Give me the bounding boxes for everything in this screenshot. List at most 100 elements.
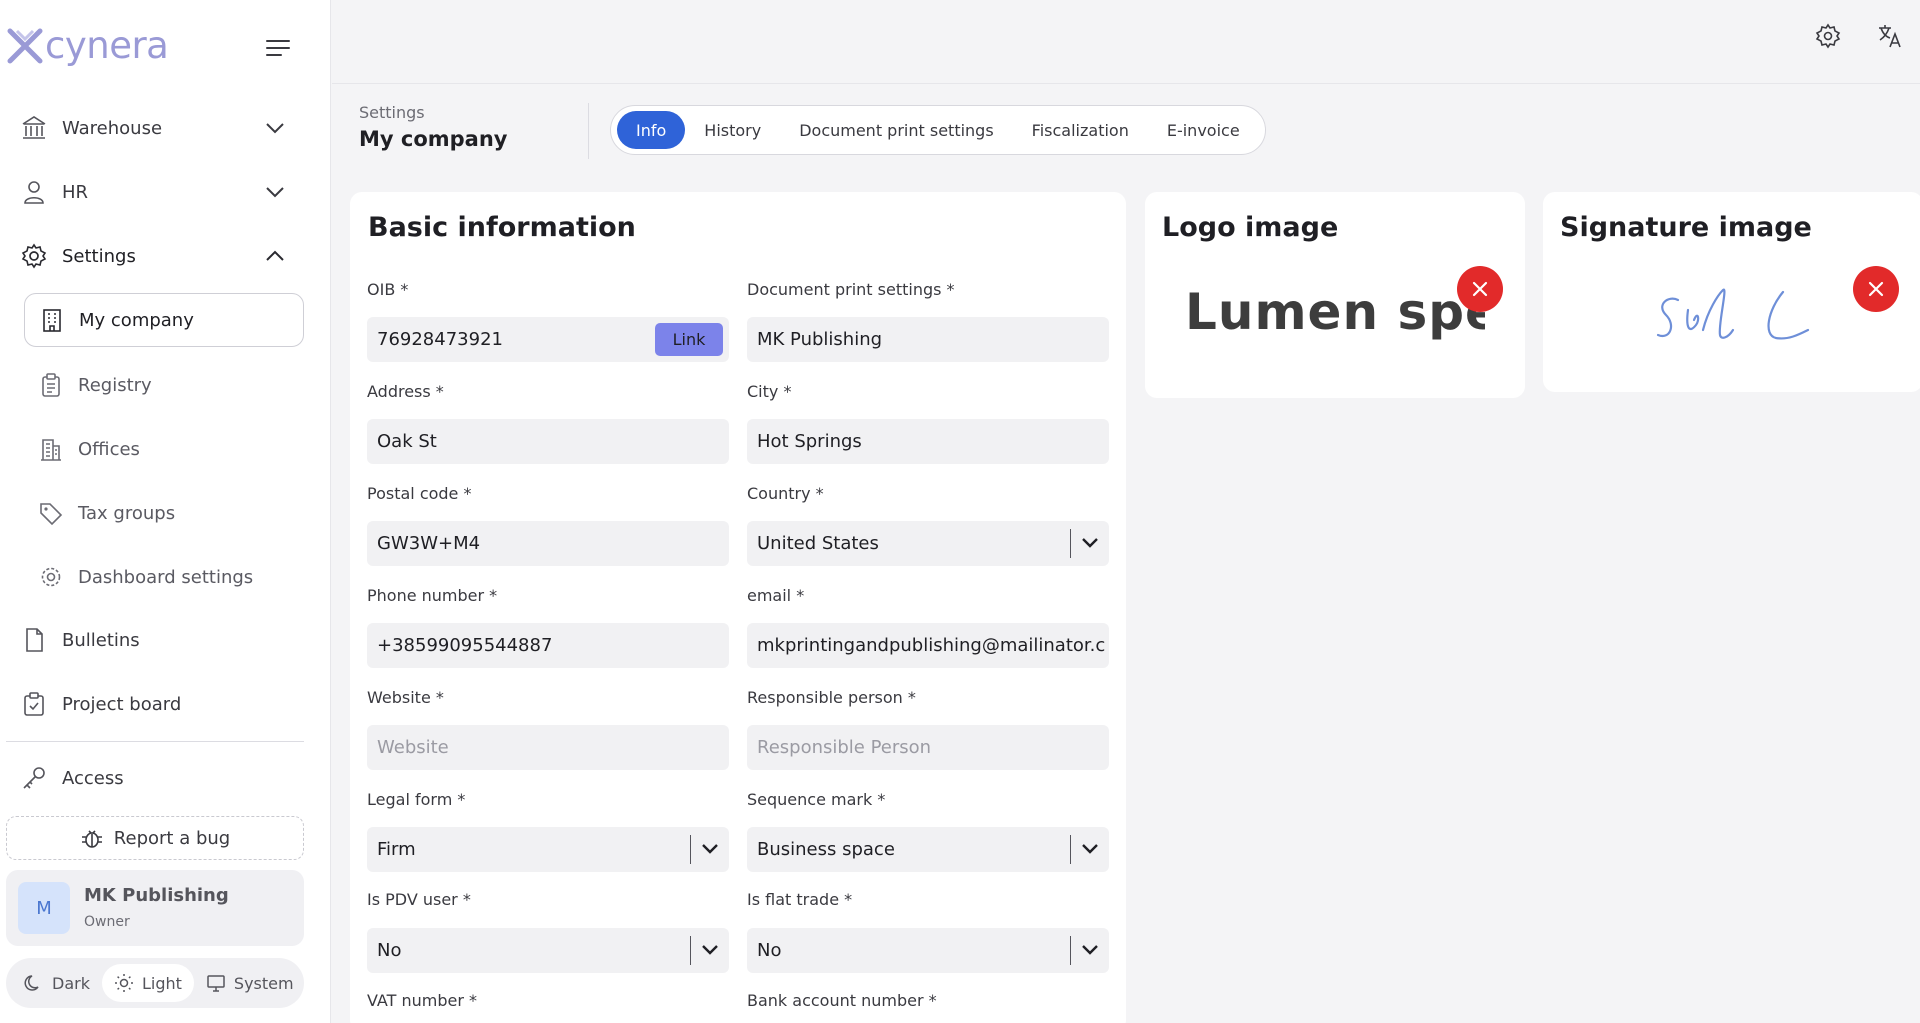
sidebar-item-dashboard-settings[interactable]: Dashboard settings bbox=[24, 550, 304, 604]
sidebar-item-label: Tax groups bbox=[78, 502, 176, 524]
email-field[interactable]: mkprintingandpublishing@mailinator.c bbox=[747, 623, 1109, 668]
document-print-settings-value: MK Publishing bbox=[757, 329, 883, 350]
theme-system-button[interactable]: System bbox=[194, 964, 306, 1002]
settings-tabs: Info History Document print settings Fis… bbox=[610, 105, 1266, 155]
legal-form-select[interactable]: Firm bbox=[367, 827, 729, 872]
tab-history[interactable]: History bbox=[685, 111, 780, 149]
sidebar: cynera Warehouse HR Settings My company … bbox=[0, 0, 331, 1023]
gear-icon bbox=[21, 243, 47, 269]
nav-hr[interactable]: HR bbox=[6, 164, 304, 220]
nav-settings-label: Settings bbox=[62, 245, 136, 267]
theme-light-button[interactable]: Light bbox=[101, 964, 194, 1002]
responsible-person-label: Responsible person * bbox=[747, 688, 916, 707]
building-icon bbox=[43, 309, 61, 332]
responsible-person-placeholder: Responsible Person bbox=[757, 737, 932, 758]
address-input[interactable]: Oak St bbox=[367, 419, 729, 464]
nav-project-board-label: Project board bbox=[62, 693, 182, 715]
country-value: United States bbox=[757, 533, 879, 554]
settings-gear-icon[interactable] bbox=[1814, 22, 1842, 50]
sequence-mark-value: Business space bbox=[757, 839, 895, 860]
phone-number-label: Phone number * bbox=[367, 586, 498, 605]
website-input[interactable]: Website bbox=[367, 725, 729, 770]
nav-project-board[interactable]: Project board bbox=[6, 676, 304, 732]
select-separator bbox=[1070, 936, 1071, 965]
clipboard-icon bbox=[42, 373, 60, 397]
sidebar-item-my-company[interactable]: My company bbox=[24, 293, 304, 347]
select-separator bbox=[690, 936, 691, 965]
signature-panel-title: Signature image bbox=[1560, 212, 1812, 243]
sequence-mark-select[interactable]: Business space bbox=[747, 827, 1109, 872]
signature-image-panel: Signature image bbox=[1543, 192, 1920, 392]
nav-access[interactable]: Access bbox=[6, 750, 304, 806]
tab-e-invoice[interactable]: E-invoice bbox=[1148, 111, 1259, 149]
country-label: Country * bbox=[747, 484, 824, 503]
theme-toggle: Dark Light System bbox=[6, 958, 304, 1008]
tab-info[interactable]: Info bbox=[617, 111, 686, 149]
nav-settings[interactable]: Settings bbox=[6, 228, 304, 284]
user-card[interactable]: M MK Publishing Owner bbox=[6, 870, 304, 946]
sidebar-divider bbox=[6, 741, 304, 742]
country-select[interactable]: United States bbox=[747, 521, 1109, 566]
postal-code-label: Postal code * bbox=[367, 484, 472, 503]
logo-image-text: Lumen spel bbox=[1185, 283, 1485, 341]
is-pdv-user-label: Is PDV user * bbox=[367, 890, 471, 909]
phone-number-input[interactable]: +38599095544887 bbox=[367, 623, 729, 668]
sidebar-item-offices[interactable]: Offices bbox=[24, 422, 304, 476]
user-role: Owner bbox=[84, 914, 130, 930]
bank-account-number-label: Bank account number * bbox=[747, 991, 937, 1010]
tab-fiscalization[interactable]: Fiscalization bbox=[1013, 111, 1148, 149]
nav-bulletins[interactable]: Bulletins bbox=[6, 612, 304, 668]
is-flat-trade-select[interactable]: No bbox=[747, 928, 1109, 973]
postal-code-value: GW3W+M4 bbox=[377, 533, 481, 554]
website-label: Website * bbox=[367, 688, 444, 707]
city-label: City * bbox=[747, 382, 792, 401]
legal-form-label: Legal form * bbox=[367, 790, 466, 809]
hamburger-menu-icon[interactable] bbox=[264, 36, 292, 60]
nav-access-label: Access bbox=[62, 767, 124, 789]
oib-label: OIB * bbox=[367, 280, 409, 299]
warehouse-icon bbox=[22, 116, 46, 139]
chevron-down-icon bbox=[1082, 945, 1098, 955]
sidebar-item-label: Registry bbox=[78, 374, 152, 396]
signature-image bbox=[1656, 288, 1810, 340]
is-pdv-user-select[interactable]: No bbox=[367, 928, 729, 973]
website-placeholder: Website bbox=[377, 737, 449, 758]
basic-information-panel: Basic information OIB * 76928473921 Link… bbox=[350, 192, 1126, 1023]
close-icon bbox=[1868, 281, 1884, 297]
cynera-logo[interactable]: cynera bbox=[6, 24, 169, 67]
logo-image: Lumen spel bbox=[1185, 282, 1485, 344]
sidebar-item-registry[interactable]: Registry bbox=[24, 358, 304, 412]
address-value: Oak St bbox=[377, 431, 437, 452]
translate-icon[interactable] bbox=[1876, 22, 1904, 50]
sidebar-item-label: Offices bbox=[78, 438, 140, 460]
sequence-mark-label: Sequence mark * bbox=[747, 790, 886, 809]
chevron-up-icon bbox=[266, 250, 284, 261]
responsible-person-input[interactable]: Responsible Person bbox=[747, 725, 1109, 770]
top-bar bbox=[332, 0, 1920, 84]
oib-input[interactable]: 76928473921 Link bbox=[367, 317, 729, 362]
link-button[interactable]: Link bbox=[655, 323, 723, 356]
key-icon bbox=[23, 767, 45, 789]
brand-name: cynera bbox=[45, 24, 169, 67]
city-value: Hot Springs bbox=[757, 431, 862, 452]
is-flat-trade-value: No bbox=[757, 940, 782, 961]
nav-warehouse[interactable]: Warehouse bbox=[6, 100, 304, 156]
remove-logo-button[interactable] bbox=[1457, 266, 1503, 312]
select-separator bbox=[1070, 835, 1071, 864]
address-label: Address * bbox=[367, 382, 444, 401]
tab-document-print-settings[interactable]: Document print settings bbox=[780, 111, 1012, 149]
city-input[interactable]: Hot Springs bbox=[747, 419, 1109, 464]
postal-code-input[interactable]: GW3W+M4 bbox=[367, 521, 729, 566]
document-print-settings-input[interactable]: MK Publishing bbox=[747, 317, 1109, 362]
logo-panel-title: Logo image bbox=[1162, 212, 1339, 243]
remove-signature-button[interactable] bbox=[1853, 266, 1899, 312]
theme-dark-button[interactable]: Dark bbox=[12, 964, 102, 1002]
theme-dark-label: Dark bbox=[52, 973, 90, 993]
report-bug-button[interactable]: Report a bug bbox=[6, 816, 304, 860]
sidebar-item-tax-groups[interactable]: Tax groups bbox=[24, 486, 304, 540]
breadcrumb[interactable]: Settings bbox=[359, 103, 425, 122]
sidebar-item-label: Dashboard settings bbox=[78, 566, 254, 588]
select-separator bbox=[1070, 529, 1071, 558]
chevron-down-icon bbox=[1082, 538, 1098, 548]
user-name: MK Publishing bbox=[84, 885, 229, 906]
